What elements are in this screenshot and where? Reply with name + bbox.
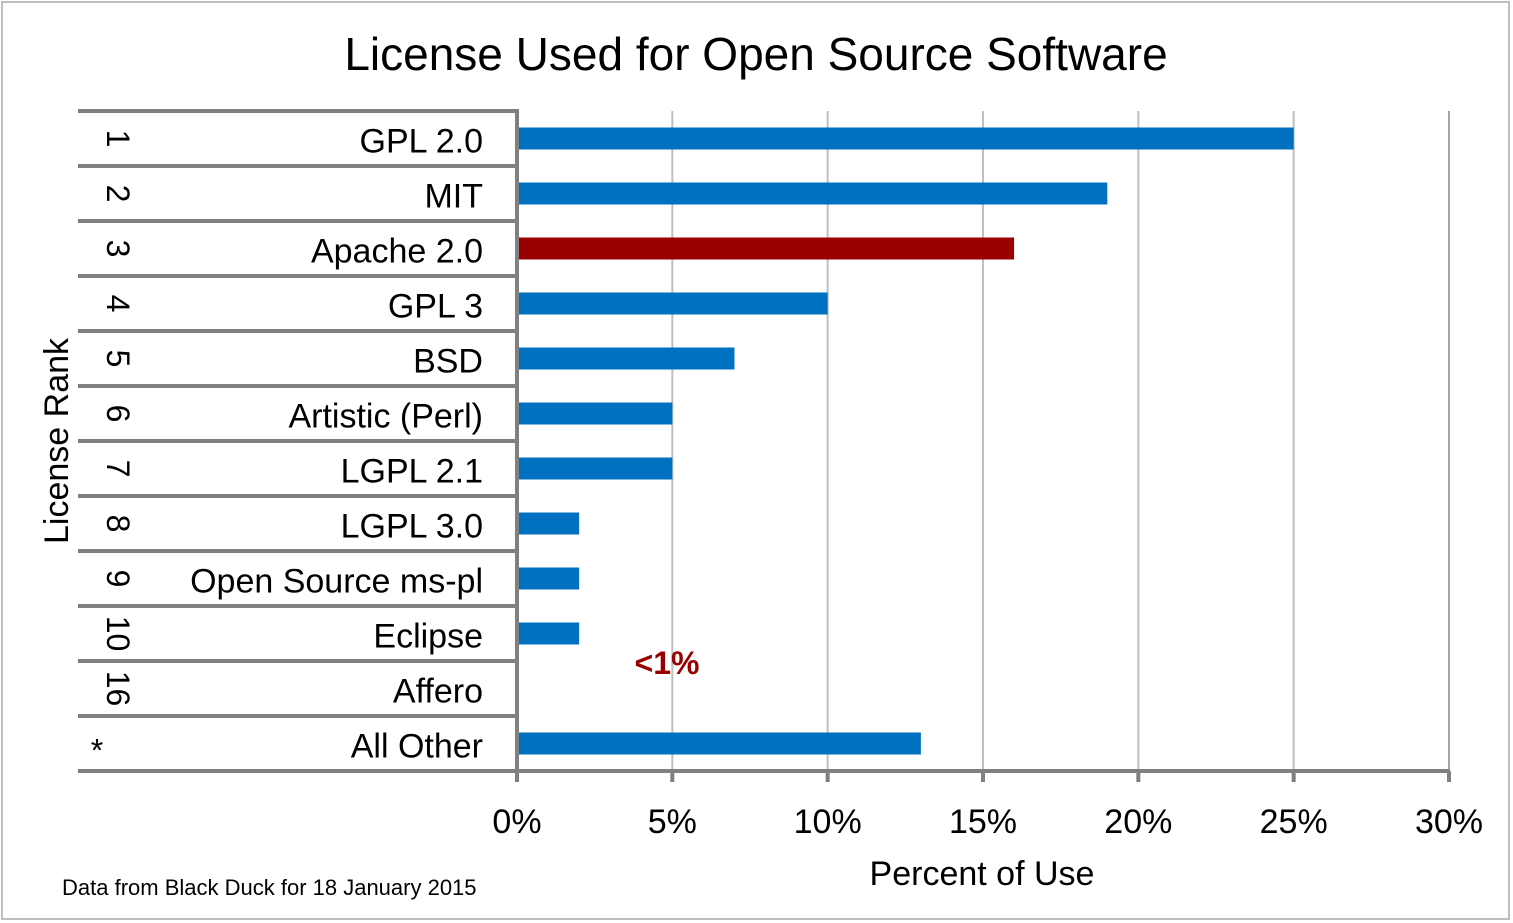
bar-chart: License Used for Open Source Software 1 G… [38, 28, 1483, 900]
rank-label: 9 [100, 570, 136, 588]
bar-apache-2-0 [517, 237, 1015, 260]
x-tick-label: 20% [1104, 803, 1172, 841]
category-label: BSD [413, 343, 483, 381]
gridlines [671, 111, 1450, 771]
category-label: Open Source ms-pl [190, 563, 483, 601]
category-label: LGPL 3.0 [341, 508, 483, 546]
rank-label: 5 [100, 350, 136, 368]
rank-label: 1 [100, 130, 136, 148]
bar-bsd [517, 347, 735, 370]
category-label: Apache 2.0 [311, 233, 483, 271]
category-label: Affero [393, 673, 483, 711]
bar-all-other [517, 732, 921, 755]
category-label: LGPL 2.1 [341, 453, 483, 491]
chart-title: License Used for Open Source Software [344, 28, 1167, 80]
footnote: Data from Black Duck for 18 January 2015 [62, 875, 477, 900]
x-tick-label: 0% [492, 803, 541, 841]
y-axis-label: License Rank [38, 337, 76, 544]
category-label: MIT [424, 178, 483, 216]
rank-label: * [91, 733, 103, 769]
category-label: GPL 3 [388, 288, 483, 326]
bar-gpl-3 [517, 292, 828, 315]
category-label: GPL 2.0 [360, 123, 483, 161]
bar-open-source-ms-pl [517, 567, 580, 590]
category-label: Eclipse [373, 618, 483, 656]
bar-lgpl-2-1 [517, 457, 673, 480]
x-tick-label: 10% [794, 803, 862, 841]
x-tick-label: 15% [949, 803, 1017, 841]
bar-artistic-perl- [517, 402, 673, 425]
rank-label: 8 [100, 515, 136, 533]
rank-label: 2 [100, 185, 136, 203]
bar-gpl-2-0 [517, 127, 1294, 150]
category-label: All Other [351, 728, 483, 766]
rank-label: 10 [100, 616, 136, 652]
x-tick-labels: 0% 5% 10% 15% 20% 25% 30% [492, 803, 1483, 841]
x-tick-label: 5% [648, 803, 697, 841]
rank-label: 16 [100, 671, 136, 707]
rank-label: 4 [100, 295, 136, 313]
bar-eclipse [517, 622, 580, 645]
annotation-less-than-1-percent: <1% [635, 645, 700, 681]
x-tick-label: 30% [1415, 803, 1483, 841]
bar-lgpl-3-0 [517, 512, 580, 535]
bars [517, 127, 1294, 755]
category-rows: 1 GPL 2.0 2 MIT 3 Apache 2.0 4 GPL 3 5 BSD 6 Artist… [78, 109, 517, 773]
x-tick-label: 25% [1260, 803, 1328, 841]
rank-label: 3 [100, 240, 136, 258]
bar-mit [517, 182, 1108, 205]
x-axis-label: Percent of Use [870, 855, 1095, 893]
rank-label: 7 [100, 460, 136, 478]
rank-label: 6 [100, 405, 136, 423]
category-label: Artistic (Perl) [288, 398, 483, 436]
